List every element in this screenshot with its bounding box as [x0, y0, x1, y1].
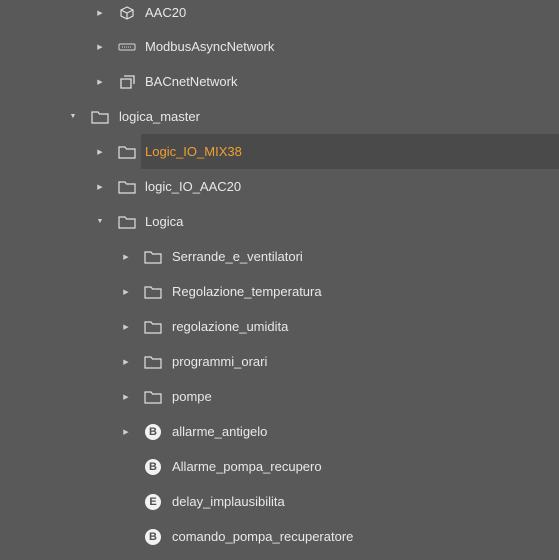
tree-node-programmi-orari[interactable]: ▶ programmi_orari — [0, 344, 559, 379]
expand-arrow-icon[interactable]: ▶ — [121, 379, 131, 414]
tree-node-label: logica_master — [119, 109, 200, 124]
tree-node-label: allarme_antigelo — [172, 424, 268, 439]
boolean-badge: B — [145, 423, 161, 440]
expand-arrow-icon[interactable]: ▶ — [121, 414, 131, 449]
folder-icon — [144, 274, 162, 309]
tree-node-label: Logic_IO_MIX38 — [145, 144, 242, 159]
boolean-badge: B — [145, 458, 161, 475]
expand-arrow-icon[interactable]: ▶ — [95, 169, 105, 204]
tree-node-label: programmi_orari — [172, 354, 268, 369]
collapse-arrow-icon[interactable]: ▼ — [95, 204, 105, 239]
folder-icon — [91, 99, 109, 134]
expand-arrow-icon[interactable]: ▶ — [95, 29, 105, 64]
expand-arrow-icon[interactable]: ▶ — [95, 64, 105, 99]
tree-node-allarme-antigelo[interactable]: ▶ B allarme_antigelo — [0, 414, 559, 449]
boolean-point-icon: B — [144, 449, 162, 484]
expand-arrow-icon[interactable]: ▶ — [121, 274, 131, 309]
boolean-badge: B — [145, 528, 161, 545]
expand-arrow-icon[interactable]: ▶ — [121, 239, 131, 274]
folder-icon — [144, 379, 162, 414]
tree-node-logica-master[interactable]: ▼ logica_master — [0, 99, 559, 134]
tree-node-regolazione-umidita[interactable]: ▶ regolazione_umidita — [0, 309, 559, 344]
boolean-point-icon: B — [144, 414, 162, 449]
tree-node-delay-implausibilita[interactable]: E delay_implausibilita — [0, 484, 559, 519]
expand-arrow-icon[interactable]: ▶ — [95, 134, 105, 169]
enum-badge: E — [145, 493, 161, 510]
folder-icon — [144, 344, 162, 379]
navigation-tree: ▶ AAC20 ▶ ModbusAsyncNetwork ▶ BACnetNet… — [0, 0, 559, 560]
tree-node-label: comando_pompa_recuperatore — [172, 529, 354, 544]
tree-node-label: Regolazione_temperatura — [172, 284, 322, 299]
bacnet-network-icon — [118, 64, 136, 99]
device-icon — [118, 0, 136, 30]
boolean-point-icon: B — [144, 519, 162, 554]
enum-point-icon: E — [144, 484, 162, 519]
tree-node-serrande-e-ventilatori[interactable]: ▶ Serrande_e_ventilatori — [0, 239, 559, 274]
tree-node-comando-pompa-recuperatore[interactable]: B comando_pompa_recuperatore — [0, 519, 559, 554]
tree-node-logica[interactable]: ▼ Logica — [0, 204, 559, 239]
tree-node-logic-io-mix38[interactable]: ▶ Logic_IO_MIX38 — [0, 134, 559, 169]
tree-node-label: pompe — [172, 389, 212, 404]
tree-node-label: Logica — [145, 214, 184, 229]
tree-node-label: regolazione_umidita — [172, 319, 289, 334]
folder-icon — [118, 169, 136, 204]
tree-node-modbus-async-network[interactable]: ▶ ModbusAsyncNetwork — [0, 29, 559, 64]
tree-node-label: logic_IO_AAC20 — [145, 179, 242, 194]
tree-node-label: ModbusAsyncNetwork — [145, 39, 275, 54]
expand-arrow-icon[interactable]: ▶ — [121, 309, 131, 344]
folder-icon — [144, 309, 162, 344]
expand-arrow-icon[interactable]: ▶ — [95, 0, 105, 30]
tree-node-bacnet-network[interactable]: ▶ BACnetNetwork — [0, 64, 559, 99]
tree-node-logic-io-aac20[interactable]: ▶ logic_IO_AAC20 — [0, 169, 559, 204]
folder-icon — [144, 239, 162, 274]
tree-node-label: AAC20 — [145, 5, 187, 20]
tree-node-pompe[interactable]: ▶ pompe — [0, 379, 559, 414]
tree-node-label: Serrande_e_ventilatori — [172, 249, 303, 264]
tree-node-label: delay_implausibilita — [172, 494, 285, 509]
collapse-arrow-icon[interactable]: ▼ — [68, 99, 78, 134]
tree-node-aac20[interactable]: ▶ AAC20 — [0, 0, 559, 30]
expand-arrow-icon[interactable]: ▶ — [121, 344, 131, 379]
folder-icon — [118, 204, 136, 239]
tree-node-label: BACnetNetwork — [145, 74, 238, 89]
tree-node-label: Allarme_pompa_recupero — [172, 459, 322, 474]
tree-node-regolazione-temperatura[interactable]: ▶ Regolazione_temperatura — [0, 274, 559, 309]
network-port-icon — [118, 29, 136, 64]
tree-node-allarme-pompa-recupero[interactable]: B Allarme_pompa_recupero — [0, 449, 559, 484]
folder-icon — [118, 134, 136, 169]
